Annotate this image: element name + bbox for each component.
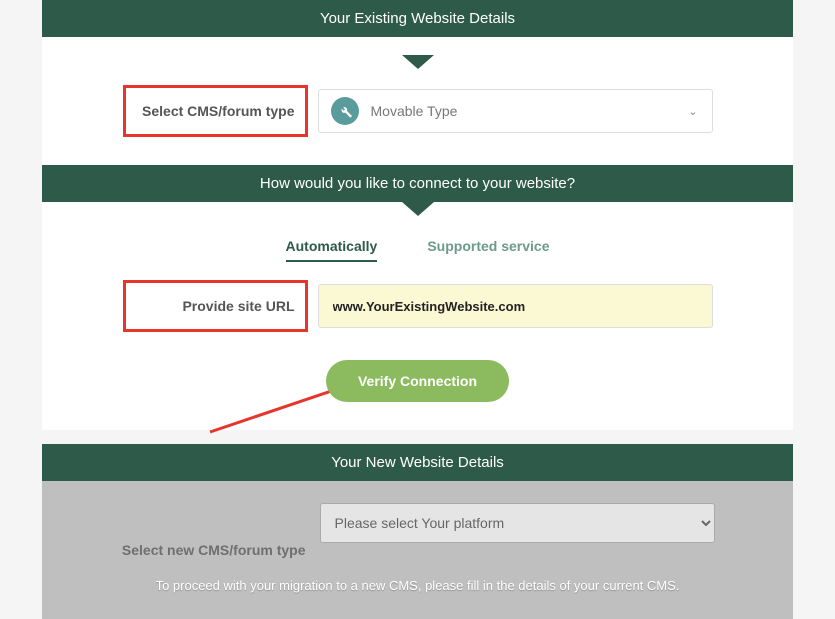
cms-type-dropdown[interactable]: Movable Type ⌄ xyxy=(318,89,713,133)
header-title: Your New Website Details xyxy=(331,454,504,471)
new-cms-dropdown[interactable]: Please select Your platform xyxy=(320,503,715,543)
wrench-icon xyxy=(331,97,359,125)
connect-header: How would you like to connect to your we… xyxy=(42,165,793,202)
chevron-down-icon: ⌄ xyxy=(688,105,697,118)
tab-automatically[interactable]: Automatically xyxy=(286,238,378,262)
header-title: Your Existing Website Details xyxy=(320,10,515,27)
cms-type-value: Movable Type xyxy=(371,103,458,119)
header-title: How would you like to connect to your we… xyxy=(260,175,575,192)
existing-website-panel: Select CMS/forum type Movable Type ⌄ xyxy=(42,37,793,165)
new-website-panel: Select new CMS/forum type Please select … xyxy=(42,481,793,619)
connect-panel: Automatically Supported service Provide … xyxy=(42,202,793,430)
cms-type-label: Select CMS/forum type xyxy=(123,85,308,137)
site-url-input[interactable] xyxy=(318,284,713,328)
verify-connection-button[interactable]: Verify Connection xyxy=(326,360,509,402)
existing-website-header: Your Existing Website Details xyxy=(42,0,793,37)
triangle-icon xyxy=(402,55,434,69)
tab-supported-service[interactable]: Supported service xyxy=(427,238,549,262)
new-website-header: Your New Website Details xyxy=(42,444,793,481)
site-url-label: Provide site URL xyxy=(123,280,308,332)
new-cms-label: Select new CMS/forum type xyxy=(121,541,306,560)
hint-text: To proceed with your migration to a new … xyxy=(42,578,793,593)
triangle-icon xyxy=(402,202,434,216)
